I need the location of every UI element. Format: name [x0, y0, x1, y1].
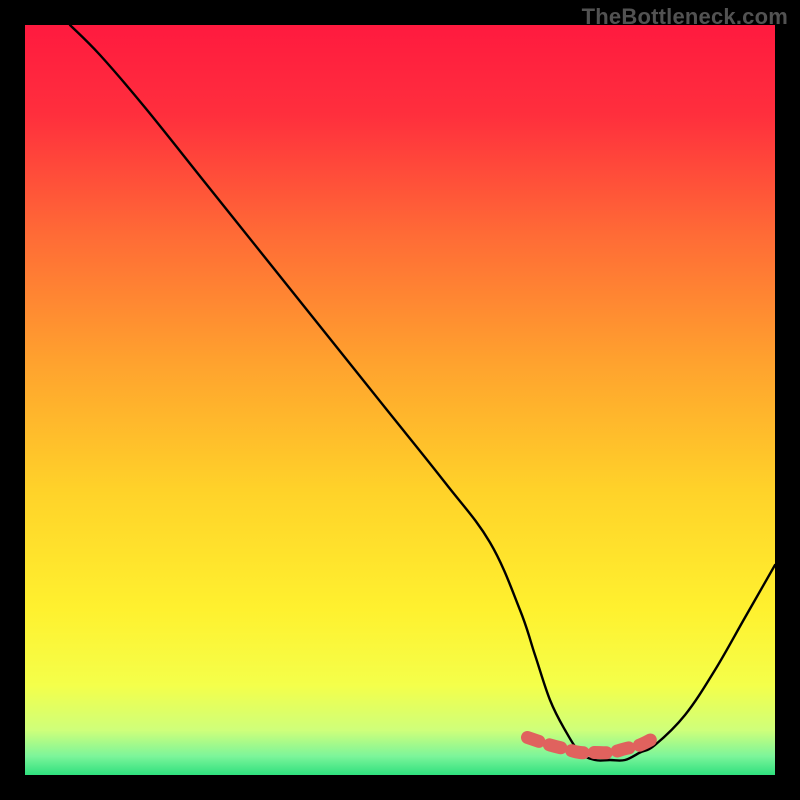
- gradient-background: [25, 25, 775, 775]
- bottleneck-chart: [25, 25, 775, 775]
- watermark-text: TheBottleneck.com: [582, 4, 788, 30]
- chart-frame: [25, 25, 775, 775]
